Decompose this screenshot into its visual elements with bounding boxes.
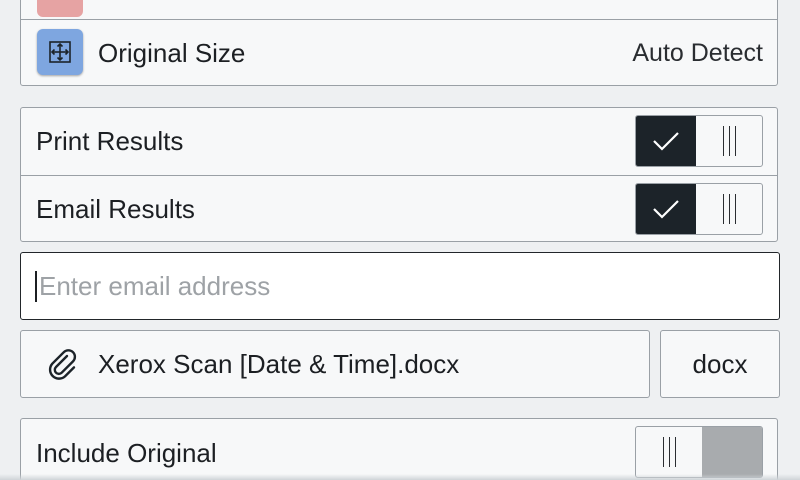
print-results-toggle[interactable] xyxy=(635,115,763,167)
grip-lines-icon xyxy=(662,437,676,467)
checkmark-icon xyxy=(653,132,679,151)
email-results-label: Email Results xyxy=(36,193,195,224)
include-original-label: Include Original xyxy=(36,437,217,468)
file-name-field[interactable]: Xerox Scan [Date & Time].docx xyxy=(20,330,650,398)
move-arrows-icon xyxy=(37,29,83,75)
include-original-toggle[interactable] xyxy=(635,426,763,478)
results-group: Print Results Email Results xyxy=(20,107,778,242)
include-original-row: Include Original xyxy=(21,419,777,480)
original-size-label: Original Size xyxy=(98,37,246,68)
email-address-field[interactable] xyxy=(20,252,780,320)
scroll-edge-shadow xyxy=(0,474,800,480)
email-address-input[interactable] xyxy=(35,270,739,302)
toggle-on-indicator xyxy=(636,184,696,234)
toggle-grip xyxy=(696,116,762,166)
partially-hidden-setting-icon xyxy=(37,0,83,17)
toggle-on-indicator xyxy=(636,116,696,166)
email-results-row: Email Results xyxy=(21,176,777,242)
scan-settings-screen: Original Size Auto Detect Print Results … xyxy=(0,0,800,480)
grip-lines-icon xyxy=(722,194,736,224)
print-results-label: Print Results xyxy=(36,126,184,156)
paperclip-icon xyxy=(48,349,77,380)
original-size-value: Auto Detect xyxy=(632,38,763,67)
toggle-grip xyxy=(696,184,762,234)
print-results-row: Print Results xyxy=(21,108,777,175)
settings-group-top: Original Size Auto Detect xyxy=(20,0,778,86)
original-size-row[interactable]: Original Size Auto Detect xyxy=(21,20,777,86)
toggle-off-indicator xyxy=(702,427,762,477)
grip-lines-icon xyxy=(722,126,736,156)
file-name-text: Xerox Scan [Date & Time].docx xyxy=(98,348,460,379)
email-results-toggle[interactable] xyxy=(635,183,763,235)
file-format-button[interactable]: docx xyxy=(660,330,780,398)
toggle-grip xyxy=(636,427,702,477)
file-format-label: docx xyxy=(692,348,748,379)
checkmark-icon xyxy=(653,200,679,219)
include-original-group: Include Original xyxy=(20,418,778,480)
